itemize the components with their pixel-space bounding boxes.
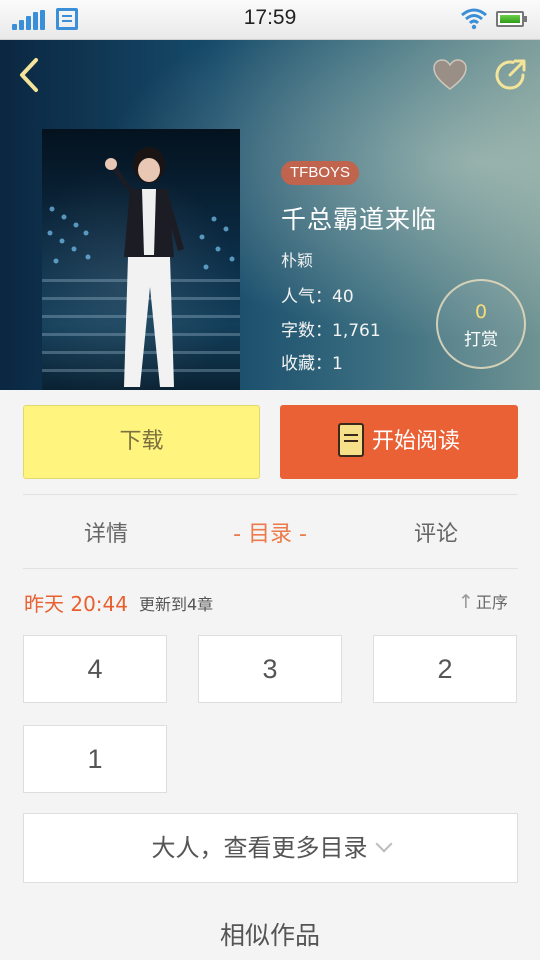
chapter-item[interactable]: 1 — [23, 725, 167, 793]
more-toc-button[interactable]: 大人，查看更多目录 — [23, 813, 518, 883]
book-title: 千总霸道来临 — [281, 205, 438, 234]
book-cover-image — [42, 129, 240, 390]
divider — [23, 494, 518, 495]
tab-toc[interactable]: - 目录 - — [210, 516, 330, 548]
book-tag[interactable]: TFBOYS — [281, 161, 360, 185]
tab-comments[interactable]: 评论 — [376, 516, 496, 548]
reward-label: 打赏 — [464, 330, 498, 350]
update-text: 更新到4章 — [139, 595, 214, 614]
popularity-stat: 人气：40 — [281, 287, 354, 307]
sort-button[interactable]: ↑ 正序 — [458, 589, 508, 613]
start-reading-button[interactable]: 开始阅读 — [280, 405, 518, 479]
arrow-up-icon: ↑ — [458, 591, 474, 613]
download-button[interactable]: 下载 — [23, 405, 260, 479]
book-author[interactable]: 朴颖 — [281, 247, 313, 271]
chapter-item[interactable]: 2 — [373, 635, 517, 703]
similar-works-heading: 相似作品 — [219, 921, 320, 950]
chapter-item[interactable]: 3 — [198, 635, 342, 703]
chevron-down-icon — [375, 835, 392, 853]
reward-button[interactable]: 0 打赏 — [436, 279, 526, 369]
update-time: 昨天 20:44 — [24, 592, 128, 616]
reward-count: 0 — [474, 301, 488, 323]
status-time: 17:59 — [243, 6, 297, 29]
back-icon[interactable] — [14, 56, 44, 94]
tab-details[interactable]: 详情 — [46, 516, 166, 548]
book-header: TFBOYS 千总霸道来临 朴颖 人气：40 字数：1,761 收藏：1 0 打… — [0, 40, 540, 390]
start-reading-label: 开始阅读 — [371, 429, 460, 454]
favorites-stat: 收藏：1 — [281, 354, 343, 374]
battery-icon — [496, 11, 527, 27]
more-toc-label: 大人，查看更多目录 — [151, 834, 368, 862]
chapter-item[interactable]: 4 — [23, 635, 167, 703]
sort-label: 正序 — [475, 593, 508, 612]
share-icon[interactable] — [493, 58, 527, 92]
book-icon — [337, 423, 364, 457]
status-bar: 17:59 — [0, 0, 540, 40]
divider — [23, 568, 518, 569]
wifi-icon — [461, 8, 487, 30]
word-count-stat: 字数：1,761 — [281, 321, 381, 341]
favorite-heart-icon[interactable] — [432, 58, 468, 92]
